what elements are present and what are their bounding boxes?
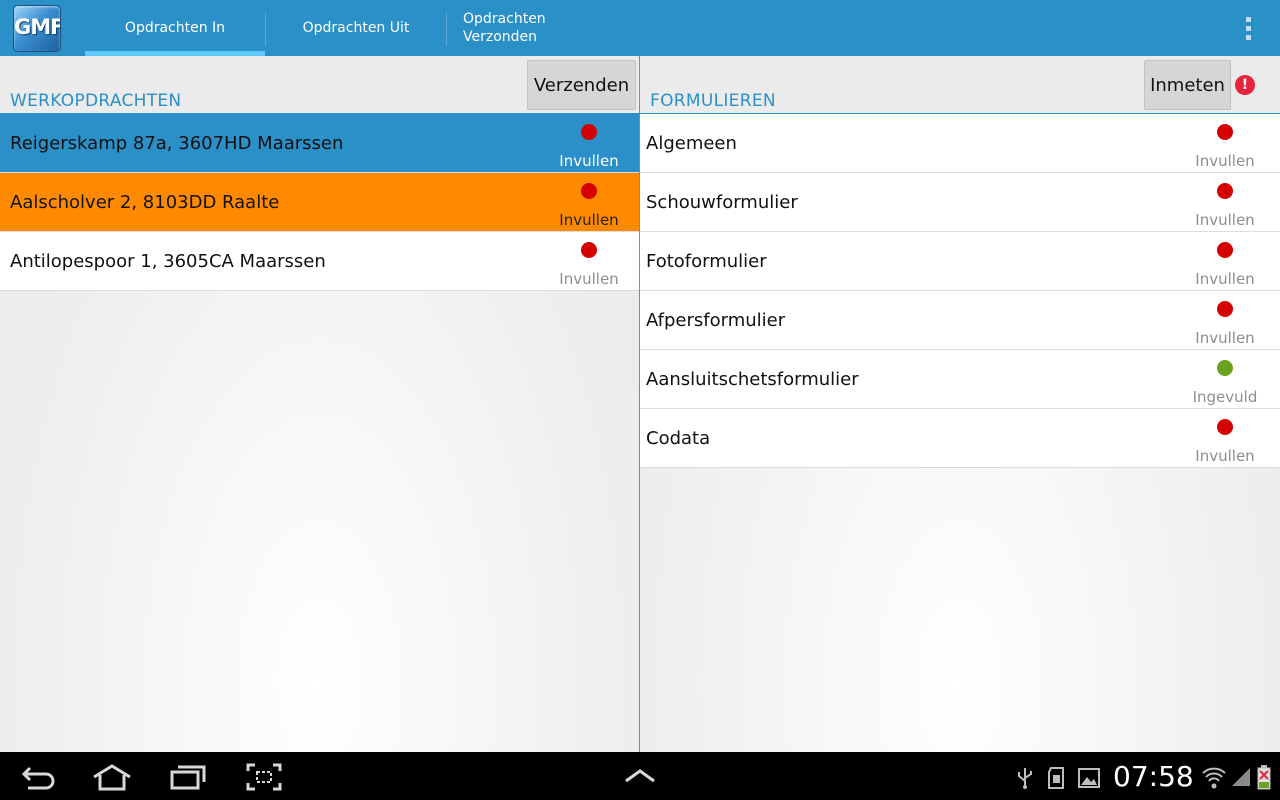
formulieren-title: FORMULIEREN	[650, 91, 776, 111]
screenshot-icon[interactable]	[246, 763, 282, 791]
status-dot-icon	[581, 183, 597, 199]
status-dot-icon	[1217, 419, 1233, 435]
sd-card-icon	[1048, 767, 1064, 789]
status-label: Invullen	[1195, 211, 1255, 229]
list-item-name: Schouwformulier	[646, 191, 798, 213]
status-dot-icon	[1217, 360, 1233, 376]
formulieren-header: FORMULIEREN Inmeten !	[640, 56, 1280, 114]
status-dot-icon	[1217, 124, 1233, 140]
list-item[interactable]: Fotoformulier Invullen	[640, 232, 1280, 291]
chevron-up-icon[interactable]	[624, 768, 656, 784]
tab-opdrachten-verzonden[interactable]: Opdrachten Verzonden	[447, 0, 627, 56]
status-label: Invullen	[1195, 447, 1255, 465]
wifi-icon	[1202, 767, 1226, 789]
list-item[interactable]: Afpersformulier Invullen	[640, 291, 1280, 350]
tab-label: Opdrachten In	[124, 20, 226, 36]
status-label: Invullen	[559, 270, 619, 288]
status-label: Invullen	[559, 211, 619, 229]
action-bar: GMF Opdrachten In Opdrachten Uit Opdrach…	[0, 0, 1280, 56]
list-item-name: Afpersformulier	[646, 309, 786, 331]
inmeten-button[interactable]: Inmeten	[1144, 60, 1231, 110]
status-dot-icon	[581, 124, 597, 140]
system-navigation-bar: 07:58	[0, 752, 1280, 800]
list-item-name: Algemeen	[646, 132, 737, 154]
status-label: Invullen	[559, 152, 619, 170]
app-logo-text: GMF	[14, 15, 61, 39]
back-icon[interactable]	[20, 763, 58, 791]
app-logo[interactable]: GMF	[13, 5, 61, 52]
status-dot-icon	[1217, 183, 1233, 199]
home-icon[interactable]	[90, 763, 134, 791]
list-item[interactable]: Aansluitschetsformulier Ingevuld	[640, 350, 1280, 409]
status-label: Ingevuld	[1192, 388, 1258, 406]
list-item[interactable]: Aalscholver 2, 8103DD Raalte Invullen	[0, 173, 639, 232]
recent-apps-icon[interactable]	[168, 763, 208, 791]
status-label: Invullen	[1195, 329, 1255, 347]
status-dot-icon	[1217, 242, 1233, 258]
system-clock: 07:58	[1113, 760, 1194, 793]
status-label: Invullen	[1195, 270, 1255, 288]
list-item-name: Fotoformulier	[646, 250, 767, 272]
overflow-menu-icon[interactable]	[1236, 14, 1260, 42]
signal-icon	[1232, 768, 1250, 786]
list-item[interactable]: Schouwformulier Invullen	[640, 173, 1280, 232]
werkopdrachten-list: Reigerskamp 87a, 3607HD Maarssen Invulle…	[0, 114, 639, 291]
status-label: Invullen	[1195, 152, 1255, 170]
verzenden-button[interactable]: Verzenden	[527, 60, 636, 110]
list-item-name: Aalscholver 2, 8103DD Raalte	[10, 191, 280, 213]
list-item[interactable]: Codata Invullen	[640, 409, 1280, 468]
list-item-name: Antilopespoor 1, 3605CA Maarssen	[10, 250, 326, 272]
list-item-name: Codata	[646, 427, 711, 449]
status-dot-icon	[581, 242, 597, 258]
tab-label: Opdrachten Uit	[302, 20, 410, 36]
list-item[interactable]: Algemeen Invullen	[640, 114, 1280, 173]
tab-opdrachten-uit[interactable]: Opdrachten Uit	[266, 0, 446, 56]
werkopdrachten-title: WERKOPDRACHTEN	[10, 91, 182, 111]
list-item-name: Aansluitschetsformulier	[646, 368, 859, 390]
alert-icon[interactable]: !	[1235, 75, 1255, 95]
usb-icon	[1018, 768, 1032, 789]
formulieren-panel: FORMULIEREN Inmeten ! Algemeen Invullen …	[640, 56, 1280, 752]
status-dot-icon	[1217, 301, 1233, 317]
tab-label: Opdrachten Verzonden	[463, 11, 546, 45]
battery-icon	[1257, 765, 1271, 790]
gallery-icon	[1078, 768, 1100, 788]
list-item[interactable]: Antilopespoor 1, 3605CA Maarssen Invulle…	[0, 232, 639, 291]
list-item-name: Reigerskamp 87a, 3607HD Maarssen	[10, 132, 344, 154]
tab-opdrachten-in[interactable]: Opdrachten In	[85, 0, 265, 56]
werkopdrachten-header: WERKOPDRACHTEN Verzenden	[0, 56, 639, 114]
list-item[interactable]: Reigerskamp 87a, 3607HD Maarssen Invulle…	[0, 114, 639, 173]
werkopdrachten-panel: WERKOPDRACHTEN Verzenden Reigerskamp 87a…	[0, 56, 639, 752]
formulieren-list: Algemeen Invullen Schouwformulier Invull…	[640, 114, 1280, 468]
